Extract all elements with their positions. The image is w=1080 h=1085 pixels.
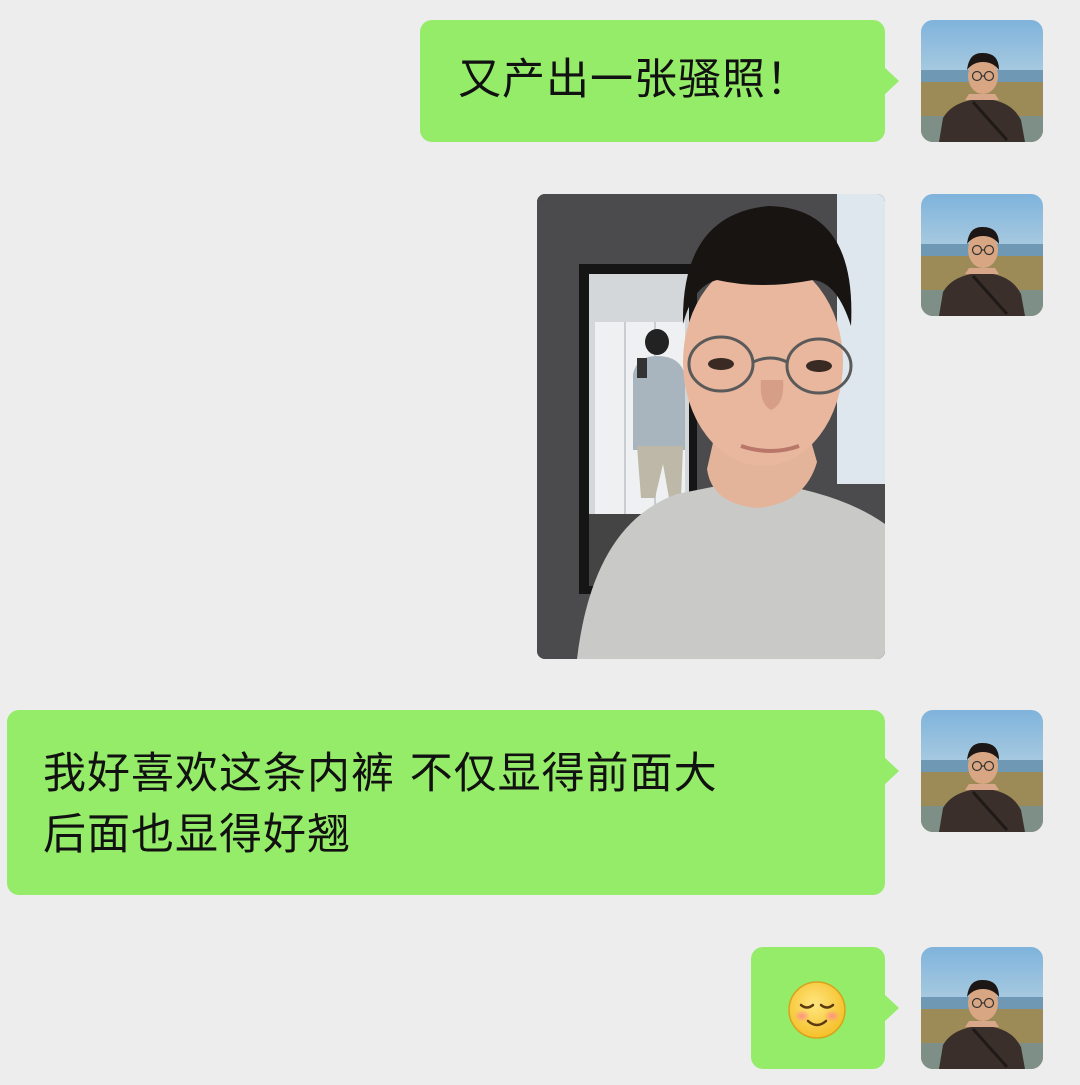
photo-message[interactable] <box>537 194 885 659</box>
message-bubble-1[interactable]: 又产出一张骚照！ <box>420 20 899 142</box>
message-bubble-3[interactable]: 我好喜欢这条内裤 不仅显得前面大 后面也显得好翘 <box>7 710 899 895</box>
sender-avatar[interactable] <box>921 20 1043 142</box>
blushing-smile-emoji-icon <box>787 980 847 1040</box>
sender-avatar[interactable] <box>921 194 1043 316</box>
message-text: 又产出一张骚照！ <box>458 55 810 105</box>
sender-avatar[interactable] <box>921 947 1043 1069</box>
emoji-message-bubble[interactable] <box>751 947 899 1069</box>
message-text: 我好喜欢这条内裤 不仅显得前面大 后面也显得好翘 <box>43 749 718 860</box>
sender-avatar[interactable] <box>921 710 1043 832</box>
